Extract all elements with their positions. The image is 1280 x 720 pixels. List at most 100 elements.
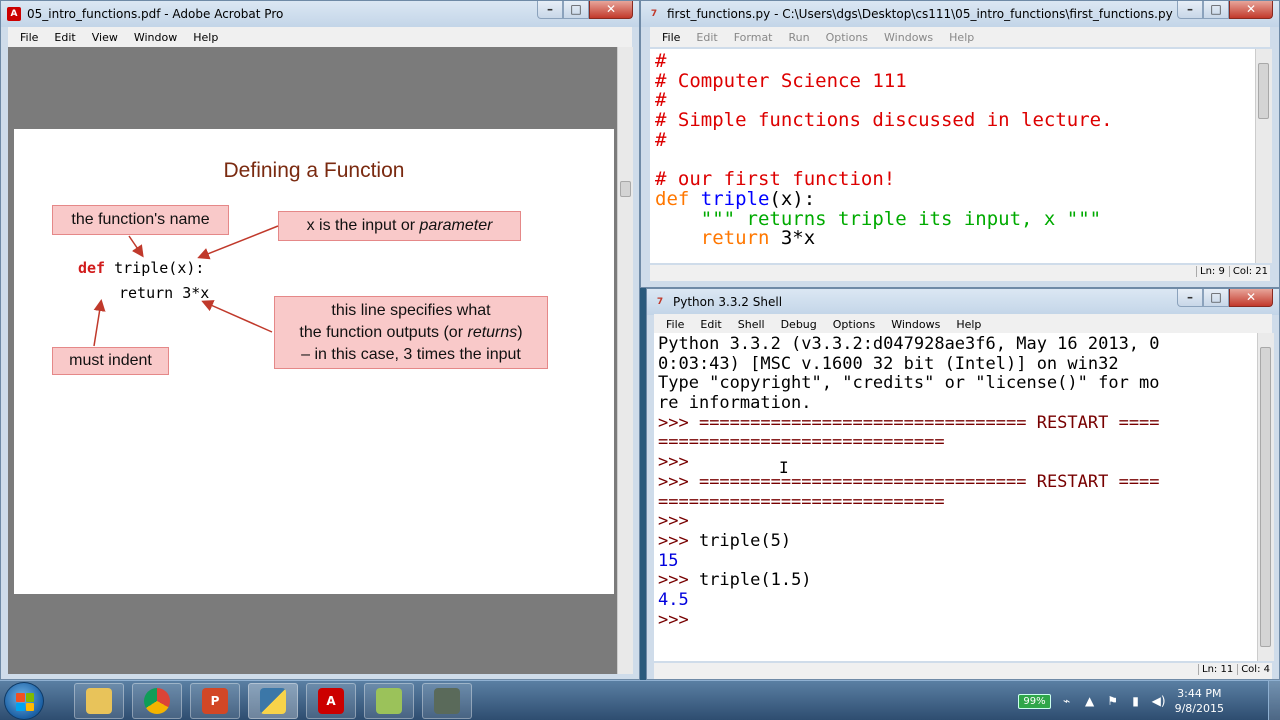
menu-edit[interactable]: Edit (692, 318, 729, 331)
clock-date: 9/8/2015 (1174, 702, 1224, 715)
python-icon (260, 688, 286, 714)
menu-windows[interactable]: Windows (883, 318, 948, 331)
taskbar-chrome[interactable] (132, 683, 182, 719)
menu-view[interactable]: View (84, 31, 126, 44)
taskbar-powerpoint[interactable]: P (190, 683, 240, 719)
windows-logo-icon (16, 693, 34, 711)
taskbar-tool[interactable] (422, 683, 472, 719)
taskbar-notepad[interactable] (364, 683, 414, 719)
taskbar-acrobat[interactable]: A (306, 683, 356, 719)
editor-text-area[interactable]: # # Computer Science 111 # # Simple func… (650, 49, 1255, 263)
idle-app-icon: 7 (650, 9, 658, 19)
menu-options[interactable]: Options (825, 318, 883, 331)
pdf-slide: Defining a Function the function's name … (14, 129, 614, 594)
taskbar-file-explorer[interactable] (74, 683, 124, 719)
acrobat-window: A 05_intro_functions.pdf - Adobe Acrobat… (0, 0, 640, 680)
minimize-button[interactable]: – (1177, 289, 1203, 307)
editor-menubar: File Edit Format Run Options Windows Hel… (650, 27, 1270, 47)
clock[interactable]: 3:44 PM 9/8/2015 (1175, 686, 1224, 716)
maximize-button[interactable]: □ (1203, 1, 1229, 19)
pdf-vertical-scrollbar[interactable] (617, 47, 633, 674)
close-button[interactable]: ✕ (589, 1, 633, 19)
pdf-document-area[interactable]: Defining a Function the function's name … (8, 47, 633, 674)
menu-edit[interactable]: Edit (46, 31, 83, 44)
status-col: Col: 21 (1228, 266, 1268, 277)
menu-file[interactable]: File (654, 31, 688, 44)
shell-line: >>> ================================ RES… (658, 471, 1160, 492)
menu-help[interactable]: Help (941, 31, 982, 44)
shell-line: ============================ (658, 432, 945, 453)
show-desktop-button[interactable] (1268, 681, 1280, 720)
shell-statusbar: Ln: 11 Col: 4 (654, 663, 1272, 679)
menu-help[interactable]: Help (185, 31, 226, 44)
minimize-button[interactable]: – (537, 1, 563, 19)
notepad-icon (376, 688, 402, 714)
shell-line: >>> triple(5) (658, 530, 792, 551)
shell-vertical-scrollbar[interactable] (1257, 333, 1274, 661)
editor-title: first_functions.py - C:\Users\dgs\Deskto… (667, 7, 1173, 21)
menu-run[interactable]: Run (781, 31, 818, 44)
close-button[interactable]: ✕ (1229, 289, 1273, 307)
shell-line: >>> ================================ RES… (658, 412, 1160, 433)
editor-statusbar: Ln: 9 Col: 21 (650, 265, 1270, 281)
status-col: Col: 4 (1237, 664, 1270, 675)
action-center-flag-icon[interactable]: ⚑ (1106, 694, 1120, 708)
code-line: def triple(x): (655, 187, 816, 210)
network-icon[interactable]: ▮ (1129, 694, 1143, 708)
chrome-icon (144, 688, 170, 714)
menu-file[interactable]: File (12, 31, 46, 44)
battery-indicator[interactable]: 99% (1018, 693, 1051, 709)
shell-title: Python 3.3.2 Shell (673, 295, 783, 309)
code-line: # (655, 128, 667, 151)
powerpoint-icon: P (202, 688, 228, 714)
show-hidden-icons-chevron-icon[interactable]: ▲ (1083, 694, 1097, 708)
shell-line: >>> triple(1.5) (658, 570, 812, 591)
system-tray: 99% ⌁ ▲ ⚑ ▮ ◀) 3:44 PM 9/8/2015 (1018, 681, 1224, 720)
editor-vertical-scrollbar[interactable] (1255, 49, 1272, 263)
maximize-button[interactable]: □ (563, 1, 589, 19)
code-line: return 3*x (655, 227, 816, 250)
shell-output: 15 (658, 550, 679, 571)
menu-debug[interactable]: Debug (773, 318, 825, 331)
status-line: Ln: 11 (1198, 664, 1233, 675)
maximize-button[interactable]: □ (1203, 289, 1229, 307)
shell-text-area[interactable]: Python 3.3.2 (v3.3.2:d047928ae3f6, May 1… (654, 333, 1257, 661)
clock-time: 3:44 PM (1177, 687, 1222, 700)
menu-options[interactable]: Options (818, 31, 876, 44)
acrobat-icon: A (318, 688, 344, 714)
editor-window: 7 first_functions.py - C:\Users\dgs\Desk… (640, 0, 1280, 288)
menu-edit[interactable]: Edit (688, 31, 725, 44)
menu-format[interactable]: Format (726, 31, 781, 44)
pdf-scroll-thumb[interactable] (620, 181, 631, 197)
minimize-button[interactable]: – (1177, 1, 1203, 19)
code-line: # Simple functions discussed in lecture. (655, 109, 1113, 132)
editor-titlebar[interactable]: 7 first_functions.py - C:\Users\dgs\Desk… (641, 1, 1279, 27)
taskbar-python[interactable] (248, 683, 298, 719)
shell-banner: Type "copyright", "credits" or "license(… (658, 373, 1160, 394)
code-line: # (655, 50, 667, 72)
arrow-to-param (197, 225, 279, 260)
shell-line: ============================ (658, 491, 945, 512)
arrow-to-indent (93, 299, 106, 347)
text-cursor-icon: I (779, 458, 789, 477)
menu-window[interactable]: Window (126, 31, 185, 44)
acrobat-titlebar[interactable]: A 05_intro_functions.pdf - Adobe Acrobat… (1, 1, 639, 27)
start-button[interactable] (4, 682, 44, 720)
menu-file[interactable]: File (658, 318, 692, 331)
menu-help[interactable]: Help (948, 318, 989, 331)
close-button[interactable]: ✕ (1229, 1, 1273, 19)
power-plug-icon[interactable]: ⌁ (1060, 694, 1074, 708)
shell-prompt: >>> (658, 511, 699, 532)
editor-scroll-thumb[interactable] (1258, 63, 1269, 119)
arrow-to-return (201, 300, 273, 333)
shell-titlebar[interactable]: 7 Python 3.3.2 Shell – □ ✕ (647, 289, 1279, 315)
taskbar: P A 99% ⌁ ▲ ⚑ ▮ ◀) 3:44 PM 9/8/2015 (0, 680, 1280, 720)
folder-icon (86, 688, 112, 714)
shell-scroll-thumb[interactable] (1260, 347, 1271, 647)
menu-shell[interactable]: Shell (730, 318, 773, 331)
volume-icon[interactable]: ◀) (1152, 694, 1166, 708)
arrow-to-name (128, 235, 144, 258)
shell-output: 4.5 (658, 589, 689, 610)
shell-banner: re information. (658, 393, 812, 414)
menu-windows[interactable]: Windows (876, 31, 941, 44)
